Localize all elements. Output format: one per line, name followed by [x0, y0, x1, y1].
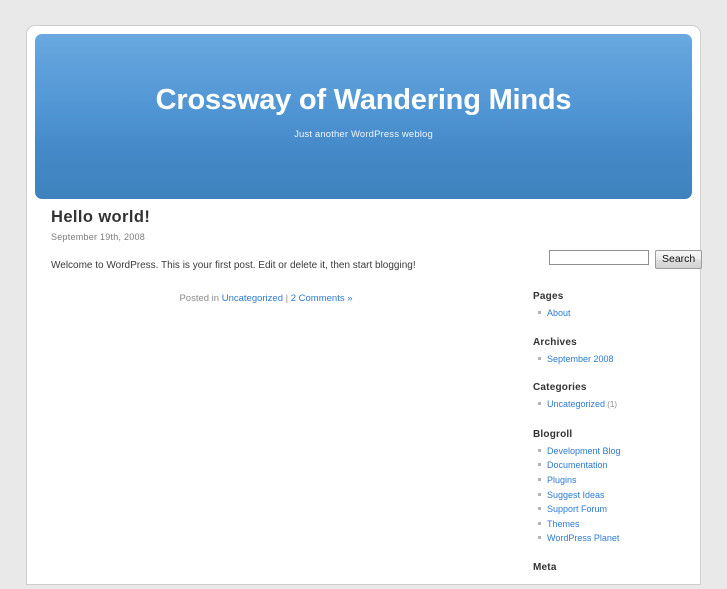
main-content-column: Hello world! September 19th, 2008 Welcom…: [51, 207, 481, 304]
widget-link[interactable]: WordPress Planet: [547, 533, 619, 543]
post-title[interactable]: Hello world!: [51, 207, 481, 228]
widget-link-list: Uncategorized (1): [533, 397, 693, 413]
site-container: Crossway of Wandering Minds Just another…: [26, 25, 703, 589]
list-item: WordPress Planet: [538, 531, 693, 546]
content-area: Hello world! September 19th, 2008 Welcom…: [27, 207, 703, 589]
site-title[interactable]: Crossway of Wandering Minds: [35, 85, 692, 116]
list-item: Suggest Ideas: [538, 488, 693, 503]
list-item: About: [538, 306, 693, 321]
post-meta: Posted in Uncategorized | 2 Comments »: [51, 293, 481, 304]
list-item: Support Forum: [538, 502, 693, 517]
sidebar-widget: Pages About: [533, 291, 693, 321]
sidebar-widget: Categories Uncategorized (1): [533, 382, 693, 413]
widget-title: Categories: [533, 382, 587, 394]
list-item: Documentation: [538, 458, 693, 473]
widget-link[interactable]: Suggest Ideas: [547, 490, 605, 500]
post-comments-link[interactable]: 2 Comments »: [291, 293, 353, 304]
sidebar-widget: Blogroll Development Blog Documentation Plu…: [533, 429, 693, 546]
list-item: Plugins: [538, 473, 693, 488]
post-meta-prefix: Posted in: [179, 292, 222, 304]
sidebar-widget: Meta: [533, 562, 693, 573]
item-count: (1): [605, 400, 618, 410]
site-header: Crossway of Wandering Minds Just another…: [35, 34, 692, 199]
widget-link[interactable]: Support Forum: [547, 504, 607, 514]
widget-link[interactable]: Uncategorized: [547, 399, 605, 409]
widget-title: Blogroll: [533, 428, 573, 440]
widget-title: Meta: [533, 561, 557, 573]
list-item: Uncategorized (1): [538, 397, 693, 413]
widget-title: Pages: [533, 291, 564, 302]
widget-title: Archives: [533, 336, 577, 348]
list-item: Development Blog: [538, 444, 693, 459]
widget-link[interactable]: Documentation: [547, 460, 608, 470]
widget-link-list: Development Blog Documentation Plugins Sugg…: [533, 444, 693, 546]
widget-link-list: About: [533, 306, 693, 321]
sidebar-widgets: Pages About Archives September 2008 Categori…: [533, 291, 693, 589]
search-input[interactable]: [549, 250, 649, 265]
widget-link[interactable]: Development Blog: [547, 446, 621, 456]
list-item: Themes: [538, 517, 693, 532]
widget-link[interactable]: September 2008: [547, 354, 614, 364]
post-category-link[interactable]: Uncategorized: [222, 293, 283, 304]
sidebar-widget: Archives September 2008: [533, 337, 693, 367]
widget-link-list: September 2008: [533, 352, 693, 367]
search-form: Search: [549, 250, 703, 269]
site-tagline: Just another WordPress weblog: [294, 129, 433, 140]
post-body-text: Welcome to WordPress. This is your first…: [51, 259, 416, 271]
widget-link[interactable]: Plugins: [547, 475, 577, 485]
search-button[interactable]: Search: [655, 250, 703, 269]
widget-link[interactable]: Themes: [547, 519, 580, 529]
post-date: September 19th, 2008: [51, 231, 146, 242]
list-item: September 2008: [538, 352, 693, 367]
post-meta-separator: |: [282, 292, 291, 304]
widget-link[interactable]: About: [547, 308, 571, 318]
